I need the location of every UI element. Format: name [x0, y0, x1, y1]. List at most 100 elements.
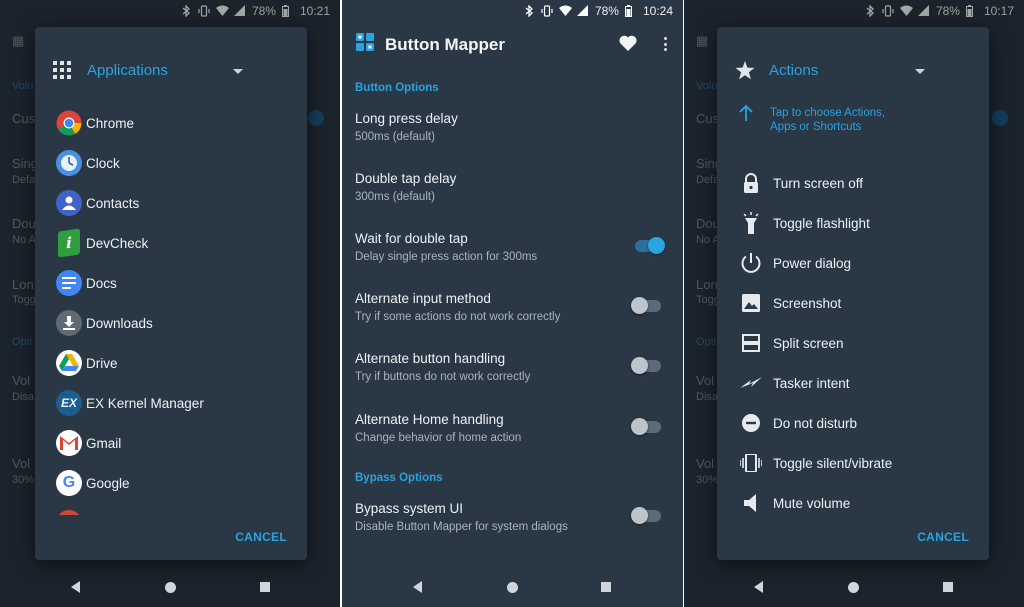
pref-alternate-input-method[interactable]: Alternate input method Try if some actio…	[355, 291, 683, 341]
overflow-menu-icon[interactable]	[664, 37, 667, 54]
actions-dialog: Actions Tap to choose Actions, Apps or S…	[717, 27, 989, 560]
list-item[interactable]: Do not disturb	[717, 403, 989, 443]
list-item[interactable]: Mute volume	[717, 483, 989, 523]
pref-double-tap-delay[interactable]: Double tap delay 300ms (default)	[355, 171, 683, 221]
action-label: Tasker intent	[773, 375, 850, 391]
star-icon	[735, 61, 755, 85]
lock-icon	[739, 171, 763, 195]
nav-bar	[684, 567, 1024, 607]
pref-bypass-system-ui[interactable]: Bypass system UI Disable Button Mapper f…	[355, 501, 683, 551]
chevron-down-icon[interactable]	[915, 69, 925, 74]
pref-alternate-button-handling[interactable]: Alternate button handling Try if buttons…	[355, 351, 683, 401]
action-label: Mute volume	[773, 495, 851, 511]
heart-icon[interactable]	[619, 35, 637, 56]
signal-icon	[576, 5, 589, 17]
pref-summary: Try if some actions do not work correctl…	[355, 311, 561, 323]
downloads-icon	[56, 310, 82, 336]
list-item[interactable]: G Google	[35, 463, 307, 503]
app-icon	[56, 510, 82, 515]
home-icon[interactable]	[848, 582, 859, 593]
toggle-switch[interactable]	[631, 297, 661, 314]
pref-alternate-home-handling[interactable]: Alternate Home handling Change behavior …	[355, 412, 683, 462]
list-item-partial[interactable]	[35, 503, 307, 515]
dialog-header[interactable]: Actions	[733, 59, 973, 83]
action-list: Turn screen off Toggle flashlight Power …	[717, 163, 989, 523]
nav-bar	[342, 567, 683, 607]
toggle-switch[interactable]	[635, 237, 665, 254]
cancel-button[interactable]: CANCEL	[235, 530, 287, 544]
battery-icon	[624, 5, 637, 17]
list-item[interactable]: Screenshot	[717, 283, 989, 323]
list-item[interactable]: Power dialog	[717, 243, 989, 283]
pref-summary: Delay single press action for 300ms	[355, 251, 538, 263]
chevron-down-icon[interactable]	[233, 69, 243, 74]
home-icon[interactable]	[507, 582, 518, 593]
list-item[interactable]: Contacts	[35, 183, 307, 223]
flashlight-icon	[739, 211, 763, 235]
back-icon[interactable]	[754, 581, 763, 593]
contacts-icon	[56, 190, 82, 216]
vibrate-icon	[739, 451, 763, 475]
docs-icon	[56, 270, 82, 296]
recents-icon[interactable]	[601, 582, 611, 592]
google-icon: G	[56, 470, 82, 496]
list-item[interactable]: Gmail	[35, 423, 307, 463]
app-label: EX Kernel Manager	[86, 395, 204, 411]
list-item[interactable]: Clock	[35, 143, 307, 183]
app-bar: Button Mapper	[342, 22, 683, 66]
list-item[interactable]: Tasker intent	[717, 363, 989, 403]
list-item[interactable]: Toggle flashlight	[717, 203, 989, 243]
list-item[interactable]: i DevCheck	[35, 223, 307, 263]
cancel-button[interactable]: CANCEL	[917, 530, 969, 544]
section-header: Bypass Options	[355, 472, 443, 484]
app-label: DevCheck	[86, 235, 149, 251]
list-item[interactable]: Chrome	[35, 103, 307, 143]
home-icon[interactable]	[165, 582, 176, 593]
pref-wait-for-double-tap[interactable]: Wait for double tap Delay single press a…	[355, 231, 683, 281]
switch-knob	[631, 507, 648, 524]
button-mapper-logo-icon	[356, 33, 374, 56]
pref-summary: 300ms (default)	[355, 191, 435, 203]
list-item[interactable]: Toggle silent/vibrate	[717, 443, 989, 483]
devcheck-icon: i	[58, 228, 80, 258]
hint-text: Tap to choose Actions, Apps or Shortcuts	[770, 107, 886, 133]
app-label: Docs	[86, 275, 117, 291]
app-title: Button Mapper	[385, 35, 505, 54]
list-item[interactable]: Downloads	[35, 303, 307, 343]
action-label: Screenshot	[773, 295, 842, 311]
vibrate-status-icon	[541, 5, 553, 17]
app-label: Downloads	[86, 315, 153, 331]
recents-icon[interactable]	[943, 582, 953, 592]
app-label: Drive	[86, 355, 118, 371]
toggle-switch[interactable]	[631, 507, 661, 524]
action-label: Do not disturb	[773, 415, 858, 431]
list-item[interactable]: Docs	[35, 263, 307, 303]
chrome-icon	[56, 110, 82, 136]
back-icon[interactable]	[413, 581, 422, 593]
toggle-switch[interactable]	[631, 357, 661, 374]
switch-knob	[631, 297, 648, 314]
pref-summary: Change behavior of home action	[355, 432, 522, 444]
bluetooth-icon	[523, 5, 535, 17]
list-item[interactable]: Drive	[35, 343, 307, 383]
app-label: Gmail	[86, 435, 122, 451]
gmail-icon	[56, 430, 82, 456]
dialog-title: Actions	[769, 62, 819, 79]
action-label: Power dialog	[773, 255, 852, 271]
arrow-up-icon	[739, 104, 753, 126]
list-item[interactable]: Split screen	[717, 323, 989, 363]
back-icon[interactable]	[71, 581, 80, 593]
pref-long-press-delay[interactable]: Long press delay 500ms (default)	[355, 111, 683, 161]
pref-summary: Try if buttons do not work correctly	[355, 371, 531, 383]
list-item[interactable]: Turn screen off	[717, 163, 989, 203]
left-screen: 78% 10:21 ▦ Volu Cus Sing Defa Dou No A …	[0, 0, 340, 607]
list-item[interactable]: EX EX Kernel Manager	[35, 383, 307, 423]
recents-icon[interactable]	[260, 582, 270, 592]
action-label: Split screen	[773, 335, 844, 351]
app-label: Clock	[86, 155, 120, 171]
power-icon	[739, 251, 763, 275]
toggle-switch[interactable]	[631, 418, 661, 435]
switch-knob	[631, 418, 648, 435]
dialog-header[interactable]: Applications	[51, 59, 291, 83]
image-icon	[739, 291, 763, 315]
